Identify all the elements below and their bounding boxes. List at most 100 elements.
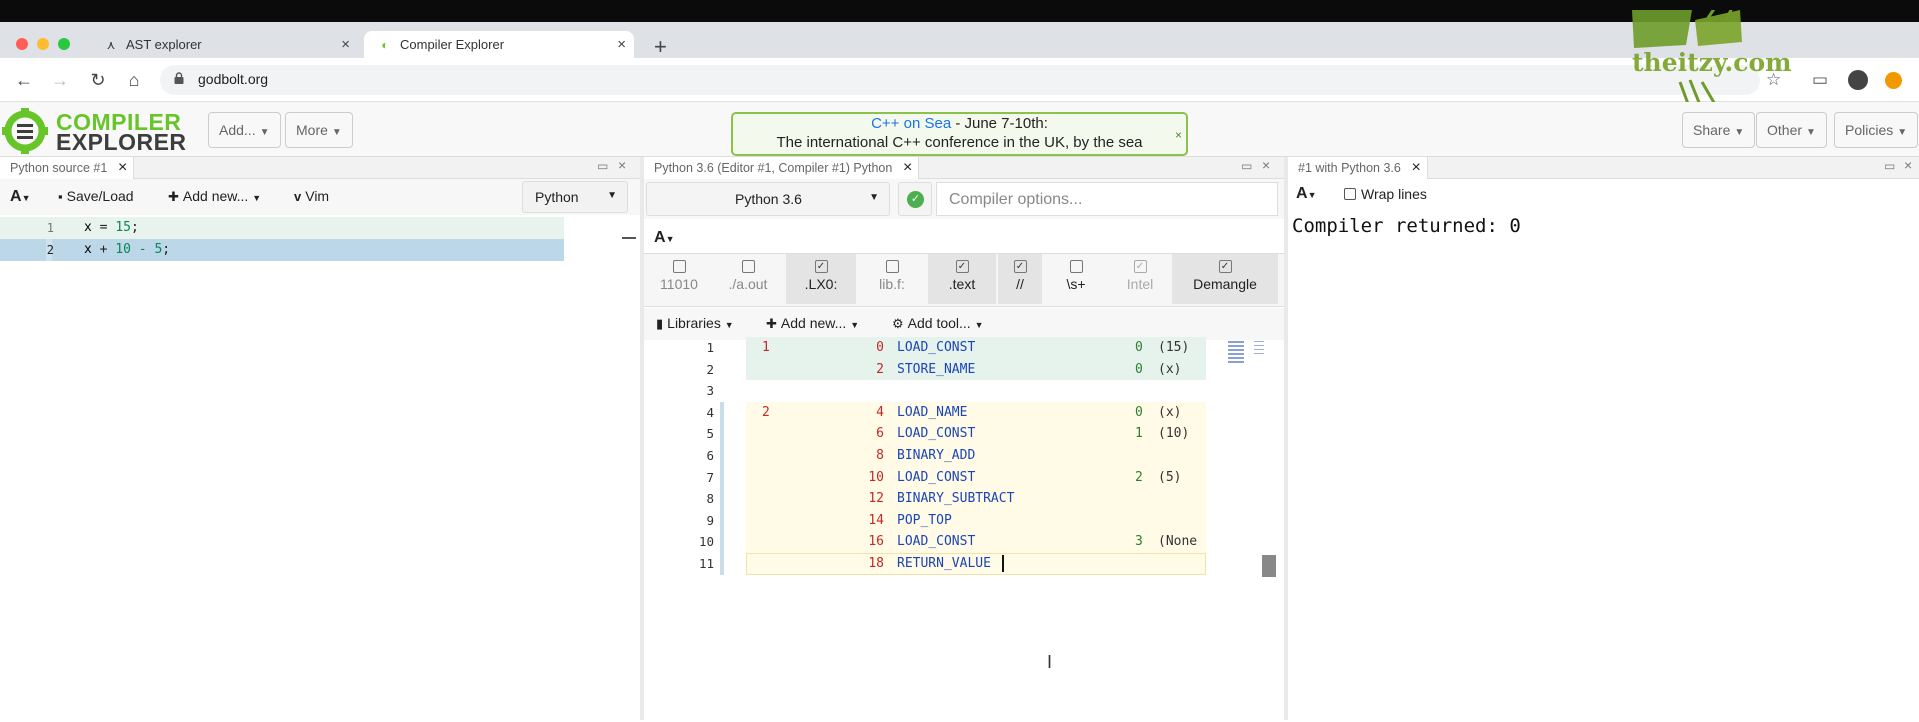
opcode: RETURN_VALUE — [897, 556, 991, 571]
filter-whitespace-button[interactable]: \s+ — [1044, 254, 1108, 304]
filter-label: // — [1016, 276, 1024, 292]
add-menu-button[interactable]: Add... ▼ — [208, 112, 281, 148]
bytecode-offset: 16 — [868, 534, 884, 550]
code-text: x + 10 - 5; — [84, 239, 170, 261]
checkbox-icon — [741, 260, 755, 273]
new-tab-icon[interactable]: + — [654, 36, 667, 58]
close-window-button[interactable] — [16, 38, 28, 50]
maximize-pane-icon[interactable]: ▭ — [597, 159, 608, 173]
chevron-down-icon: ▼ — [1307, 190, 1317, 200]
home-icon[interactable]: ⌂ — [122, 68, 146, 92]
filter-label: Demangle — [1193, 276, 1257, 292]
token-variable: x — [84, 220, 92, 235]
bytecode-line: 6 8 BINARY_ADD — [644, 445, 1206, 467]
filter-label: Intel — [1126, 276, 1154, 292]
filter-demangle-button[interactable]: ✓ Demangle — [1172, 254, 1278, 304]
browser-tab-compiler-explorer[interactable]: ◐ Compiler Explorer × — [364, 31, 634, 58]
compiler-output-text: Compiler returned: 0 — [1292, 215, 1521, 237]
chevron-down-icon: ▼ — [850, 320, 860, 330]
source-code-editor[interactable]: 1 x = 15; 2 x + 10 - 5; — [0, 217, 640, 722]
close-tab-icon[interactable]: × — [1412, 157, 1421, 179]
filter-binary-button[interactable]: 11010 — [648, 254, 710, 304]
bytecode-line: 9 14 POP_TOP — [644, 509, 1206, 532]
minimize-window-button[interactable] — [37, 38, 49, 50]
token-semicolon: ; — [162, 242, 171, 257]
output-font-size-button[interactable]: A▼ — [1296, 185, 1316, 203]
minimap[interactable] — [1224, 339, 1280, 379]
maximize-pane-icon[interactable]: ▭ — [1884, 159, 1895, 173]
bytecode-output[interactable]: 1 1 0 LOAD_CONST 0 (15) 2 2 STORE_NAME 0 (x) 3 4 2 4 LO… — [644, 337, 1284, 719]
maximize-pane-icon[interactable]: ▭ — [1241, 159, 1252, 173]
tab-python-compiler[interactable]: Python 3.6 (Editor #1, Compiler #1) Pyth… — [644, 157, 920, 179]
token-variable: x — [84, 242, 92, 257]
opcode-value: (15) — [1158, 340, 1190, 355]
extension-icon[interactable] — [1885, 72, 1902, 89]
line-number: 2 — [46, 243, 54, 257]
compiler-explorer-logo[interactable]: COMPILER EXPLORER — [2, 108, 192, 154]
chevron-down-icon: ▼ — [607, 190, 617, 201]
zoom-window-button[interactable] — [58, 38, 70, 50]
reload-icon[interactable]: ↻ — [86, 68, 110, 92]
wrap-lines-toggle[interactable]: Wrap lines — [1344, 186, 1427, 202]
bytecode-line: 5 6 LOAD_CONST 1 (10) — [644, 423, 1206, 445]
line-number: 10 — [698, 534, 714, 550]
url-field[interactable]: godbolt.org — [160, 65, 1760, 95]
share-menu-button[interactable]: Share ▼ — [1682, 112, 1756, 148]
add-label: Add... — [219, 122, 256, 138]
gutter-marker — [720, 488, 724, 510]
token-semicolon: ; — [130, 220, 139, 235]
browser-tab-ast-explorer[interactable]: ⋏ AST explorer × — [90, 31, 358, 58]
vim-toggle-button[interactable]: v Vim — [294, 188, 329, 204]
compile-status-button[interactable]: ✓ — [898, 182, 932, 216]
opcode: POP_TOP — [897, 512, 952, 528]
add-tool-button[interactable]: ⚙ Add tool... ▼ — [892, 315, 984, 332]
filter-execute-button[interactable]: ./a.out — [712, 254, 784, 304]
bytecode-line: 7 10 LOAD_CONST 2 (5) — [644, 466, 1206, 489]
opcode-arg: 3 — [1135, 534, 1143, 550]
plus-icon: ✚ — [766, 316, 777, 331]
filter-directives-button[interactable]: ✓ .text — [928, 254, 996, 304]
add-new-label: Add new... — [780, 315, 847, 331]
close-tab-icon[interactable]: × — [118, 157, 127, 179]
close-pane-icon[interactable]: × — [1904, 157, 1912, 173]
compiler-options-input[interactable]: Compiler options... — [936, 182, 1278, 216]
other-menu-button[interactable]: Other ▼ — [1756, 112, 1827, 148]
opcode-arg: 0 — [1135, 361, 1143, 377]
filter-labels-button[interactable]: ✓ .LX0: — [786, 254, 856, 304]
more-menu-button[interactable]: More ▼ — [285, 112, 353, 148]
libraries-button[interactable]: ▮ Libraries ▼ — [656, 315, 734, 332]
code-line: 1 x = 15; — [0, 217, 564, 239]
bytecode-line: 4 2 4 LOAD_NAME 0 (x) — [644, 401, 1206, 424]
output-font-size-button[interactable]: A▼ — [654, 229, 674, 247]
filter-intel-syntax-button[interactable]: ✓ Intel — [1110, 254, 1170, 304]
add-new-pane-button[interactable]: ✚ Add new... ▼ — [766, 315, 859, 332]
close-tab-icon[interactable]: × — [341, 31, 350, 58]
tab-python-source[interactable]: Python source #1 × — [0, 157, 135, 179]
source-line: 1 — [762, 340, 770, 355]
add-new-button[interactable]: ✚ Add new... ▼ — [168, 188, 261, 205]
close-tab-icon[interactable]: × — [903, 157, 912, 179]
banner-link[interactable]: C++ on Sea — [871, 115, 951, 132]
profile-avatar[interactable] — [1848, 70, 1868, 90]
font-label: A — [654, 229, 666, 246]
logo-line2: EXPLORER — [56, 129, 187, 155]
close-pane-icon[interactable]: × — [618, 157, 626, 173]
compiler-select[interactable]: Python 3.6 ▼ — [646, 182, 890, 216]
back-icon[interactable]: ← — [12, 68, 36, 92]
close-pane-icon[interactable]: × — [1262, 157, 1270, 173]
policies-menu-button[interactable]: Policies ▼ — [1834, 112, 1919, 148]
forward-icon[interactable]: → — [48, 68, 72, 92]
chevron-down-icon: ▼ — [1734, 127, 1745, 138]
font-size-button[interactable]: A▼ — [10, 188, 30, 206]
line-number: 5 — [706, 426, 714, 442]
add-new-label: Add new... — [182, 188, 249, 204]
banner-close-icon[interactable]: × — [1175, 126, 1182, 145]
language-select[interactable]: Python ▼ — [522, 181, 628, 213]
filter-comments-button[interactable]: ✓ // — [998, 254, 1042, 304]
language-value: Python — [535, 189, 579, 205]
save-load-button[interactable]: ▪ Save/Load — [58, 188, 134, 204]
filter-library-functions-button[interactable]: lib.f: — [858, 254, 926, 304]
close-tab-icon[interactable]: × — [617, 31, 626, 58]
tab-compiler-output[interactable]: #1 with Python 3.6 × — [1288, 157, 1428, 179]
scrollbar-thumb[interactable] — [1262, 555, 1276, 577]
